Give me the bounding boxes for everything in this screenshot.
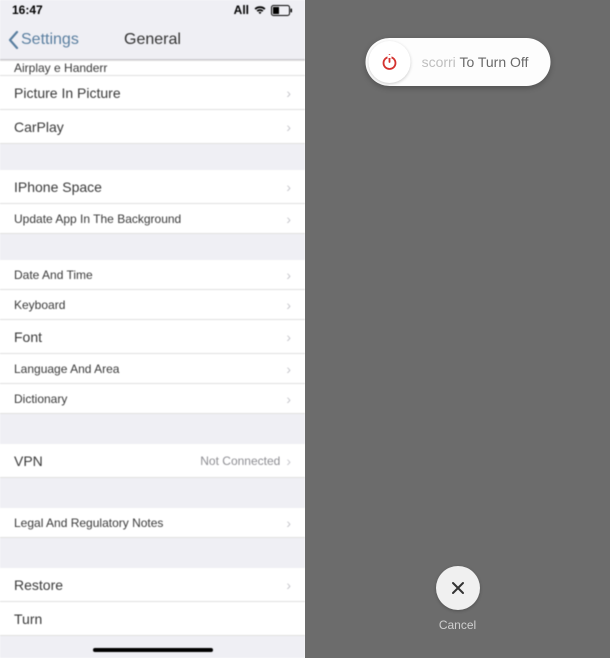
chevron-right-icon: › <box>286 211 291 227</box>
row-font[interactable]: Font › <box>0 320 305 354</box>
back-button[interactable]: Settings <box>0 31 79 49</box>
settings-list[interactable]: Airplay e Handerr Picture In Picture › C… <box>0 60 305 658</box>
power-icon <box>379 52 399 72</box>
row-label: IPhone Space <box>14 179 102 195</box>
home-indicator[interactable] <box>93 648 213 652</box>
status-bar: 16:47 All <box>0 0 305 20</box>
row-label: Airplay e Handerr <box>14 61 107 75</box>
row-label: CarPlay <box>14 119 64 135</box>
row-vpn[interactable]: VPN Not Connected › <box>0 444 305 478</box>
slide-to-power-off[interactable]: scorri To Turn Off <box>365 38 550 86</box>
row-label: Restore <box>14 577 63 593</box>
chevron-right-icon: › <box>286 361 291 377</box>
status-time: 16:47 <box>12 3 43 17</box>
chevron-right-icon: › <box>286 267 291 283</box>
status-indicators: All <box>234 3 293 17</box>
row-airplay[interactable]: Airplay e Handerr <box>0 60 305 76</box>
page-title: General <box>124 31 181 49</box>
chevron-right-icon: › <box>286 577 291 593</box>
row-restore[interactable]: Restore › <box>0 568 305 602</box>
row-label: Turn <box>14 611 42 627</box>
battery-icon <box>271 5 293 16</box>
wifi-icon <box>253 5 267 15</box>
slider-text: scorri To Turn Off <box>410 54 550 70</box>
chevron-left-icon <box>8 31 19 49</box>
row-label: Picture In Picture <box>14 85 121 101</box>
slider-text-main: To Turn Off <box>459 54 528 70</box>
row-legal[interactable]: Legal And Regulatory Notes › <box>0 508 305 538</box>
chevron-right-icon: › <box>286 85 291 101</box>
power-off-pane: scorri To Turn Off Cancel <box>305 0 610 658</box>
settings-pane: 16:47 All Settings General Airplay e Han… <box>0 0 305 658</box>
power-knob[interactable] <box>368 41 410 83</box>
row-background-update[interactable]: Update App In The Background › <box>0 204 305 234</box>
slider-text-faded: scorri <box>422 54 456 70</box>
nav-bar: Settings General <box>0 20 305 60</box>
row-label: Date And Time <box>14 268 93 282</box>
row-label: VPN <box>14 453 43 469</box>
chevron-right-icon: › <box>286 297 291 313</box>
row-label: Legal And Regulatory Notes <box>14 516 163 530</box>
row-iphone-space[interactable]: IPhone Space › <box>0 170 305 204</box>
back-label: Settings <box>21 31 79 49</box>
row-label: Font <box>14 329 42 345</box>
row-value: Not Connected <box>200 454 280 468</box>
row-label: Update App In The Background <box>14 212 181 226</box>
chevron-right-icon: › <box>286 179 291 195</box>
row-label: Dictionary <box>14 392 67 406</box>
row-keyboard[interactable]: Keyboard › <box>0 290 305 320</box>
chevron-right-icon: › <box>286 453 291 469</box>
chevron-right-icon: › <box>286 515 291 531</box>
close-icon <box>449 579 467 597</box>
row-label: Keyboard <box>14 298 65 312</box>
row-turn[interactable]: Turn <box>0 602 305 636</box>
cancel-area: Cancel <box>436 566 480 632</box>
row-label: Language And Area <box>14 362 119 376</box>
row-carplay[interactable]: CarPlay › <box>0 110 305 144</box>
chevron-right-icon: › <box>286 391 291 407</box>
chevron-right-icon: › <box>286 329 291 345</box>
cancel-label: Cancel <box>439 618 476 632</box>
chevron-right-icon: › <box>286 119 291 135</box>
row-picture-in-picture[interactable]: Picture In Picture › <box>0 76 305 110</box>
row-date-time[interactable]: Date And Time › <box>0 260 305 290</box>
row-language-area[interactable]: Language And Area › <box>0 354 305 384</box>
carrier-label: All <box>234 3 249 17</box>
cancel-button[interactable] <box>436 566 480 610</box>
row-dictionary[interactable]: Dictionary › <box>0 384 305 414</box>
